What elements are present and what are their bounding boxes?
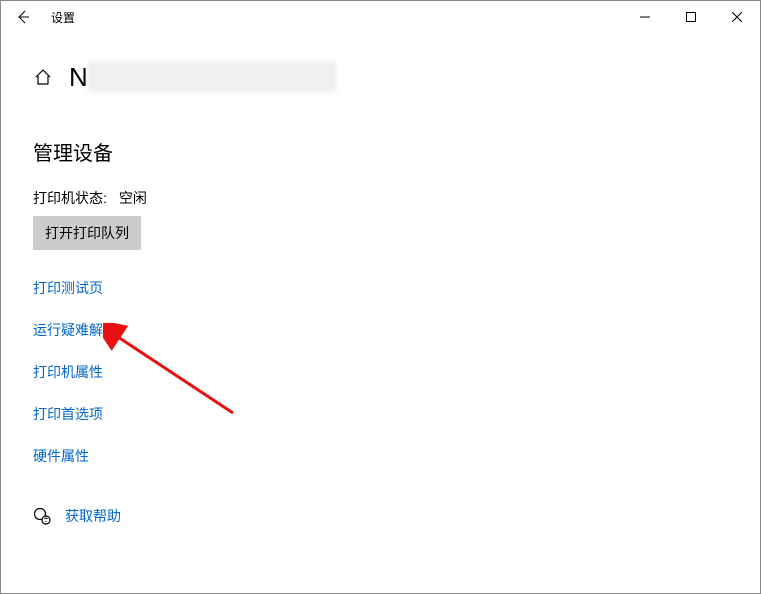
content-area: N 管理设备 打印机状态: 空闲 打开打印队列 打印测试页 运行疑难解答 打印机… xyxy=(1,61,760,526)
maximize-button[interactable] xyxy=(668,1,714,33)
titlebar: 设置 xyxy=(1,1,760,33)
print-test-page-link[interactable]: 打印测试页 xyxy=(33,278,103,298)
device-name-container: N xyxy=(69,61,336,93)
action-links: 打印测试页 运行疑难解答 打印机属性 打印首选项 硬件属性 xyxy=(33,278,728,466)
printer-properties-link[interactable]: 打印机属性 xyxy=(33,362,103,382)
arrow-left-icon xyxy=(15,9,31,25)
troubleshoot-link[interactable]: 运行疑难解答 xyxy=(33,320,117,340)
back-button[interactable] xyxy=(1,1,45,33)
device-name-prefix: N xyxy=(69,62,88,93)
section-title: 管理设备 xyxy=(33,137,728,166)
window-controls xyxy=(622,1,760,33)
printer-status-value: 空闲 xyxy=(119,188,147,208)
close-icon xyxy=(732,12,742,22)
device-name-redacted xyxy=(88,61,336,93)
printer-status-label: 打印机状态: xyxy=(33,188,107,208)
printing-preferences-link[interactable]: 打印首选项 xyxy=(33,404,103,424)
printer-status-row: 打印机状态: 空闲 xyxy=(33,188,728,208)
help-row: 获取帮助 xyxy=(33,506,728,526)
minimize-button[interactable] xyxy=(622,1,668,33)
open-print-queue-button[interactable]: 打开打印队列 xyxy=(33,216,141,250)
get-help-link[interactable]: 获取帮助 xyxy=(65,506,121,526)
hardware-properties-link[interactable]: 硬件属性 xyxy=(33,446,89,466)
close-button[interactable] xyxy=(714,1,760,33)
maximize-icon xyxy=(686,12,696,22)
header-row: N xyxy=(33,61,728,93)
help-icon xyxy=(33,507,51,525)
window-title: 设置 xyxy=(51,9,75,26)
home-icon[interactable] xyxy=(33,67,53,87)
minimize-icon xyxy=(640,12,650,22)
